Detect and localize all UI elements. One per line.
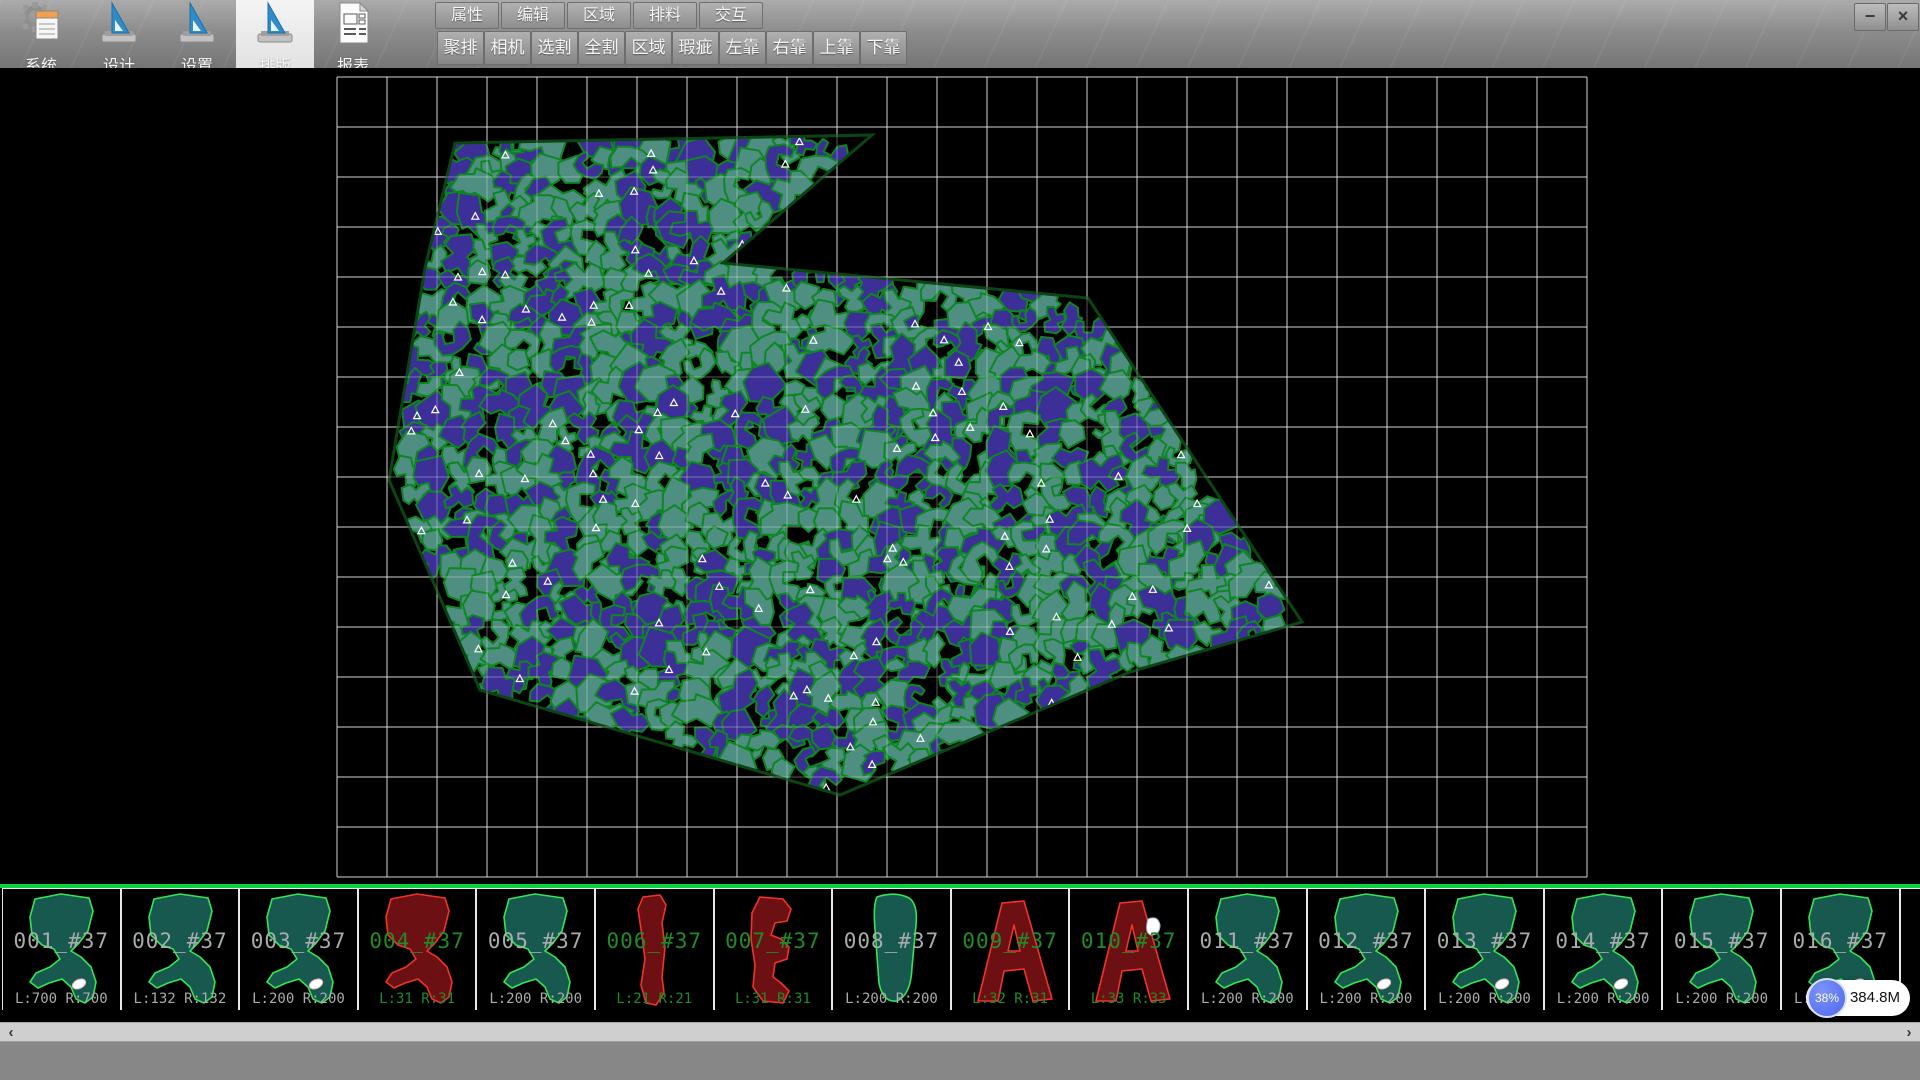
filmstrip-piece-014_#37[interactable]: 014_#37 L:200 R:200 [1544,888,1663,1011]
mode-button-系统[interactable]: 系统 [2,0,80,68]
piece-id-label: 003_#37 [240,929,357,953]
nesting-canvas-svg [0,68,1920,884]
piece-id-label: 010_#37 [1070,929,1187,953]
filmstrip-piece-008_#37[interactable]: 008_#37 L:200 R:200 [832,888,951,1011]
piece-id-label: 004_#37 [359,929,476,953]
piece-lr-count-label: L:200 R:200 [477,991,594,1007]
filmstrip-piece-011_#37[interactable]: 011_#37 L:200 R:200 [1188,888,1307,1011]
piece-lr-count-label: L:21 R:21 [596,991,713,1007]
piece-lr-count-label: L:33 R:33 [1070,991,1187,1007]
filmstrip-piece-010_#37[interactable]: 010_#37 L:33 R:33 [1069,888,1188,1011]
close-button[interactable]: × [1887,3,1919,31]
piece-lr-count-label: L:31 R:31 [715,991,832,1007]
performance-badge: 38% 384.8M [1806,980,1910,1016]
piece-id-label: 009_#37 [952,929,1069,953]
piece-id-label: 014_#37 [1545,929,1662,953]
piece-filmstrip: 001_#37L:700 R:700002_#37L:132 R:132003_… [0,884,1920,1010]
piece-id-label: 012_#37 [1308,929,1425,953]
tool-button-区域[interactable]: 区域 [625,31,672,65]
piece-id-label: 011_#37 [1189,929,1306,953]
filmstrip-piece-013_#37[interactable]: 013_#37 L:200 R:200 [1425,888,1544,1011]
filmstrip-piece-002_#37[interactable]: 002_#37 L:132 R:132 [121,888,240,1011]
filmstrip-piece-009_#37[interactable]: 009_#37 L:32 R:31 [951,888,1070,1011]
tool-button-聚排[interactable]: 聚排 [437,31,484,65]
piece-id-label: 016_#37 [1782,929,1899,953]
menu-button-编辑[interactable]: 编辑 [501,2,565,29]
tool-button-全割[interactable]: 全割 [578,31,625,65]
filmstrip-piece-001_#37[interactable]: 001_#37 L:700 R:700 [2,888,121,1011]
cpu-percent-badge: 38% [1807,978,1847,1018]
filmstrip-piece-004_#37[interactable]: 004_#37 L:31 R:31 [358,888,477,1011]
filmstrip-piece-005_#37[interactable]: 005_#37 L:200 R:200 [476,888,595,1011]
tool-button-右靠[interactable]: 右靠 [766,31,813,65]
horizontal-scrollbar[interactable]: ‹ › [0,1022,1920,1042]
piece-id-label: 008_#37 [833,929,950,953]
filmstrip-piece-003_#37[interactable]: 003_#37 L:200 R:200 [239,888,358,1011]
nesting-canvas[interactable] [0,68,1920,884]
application-window: 系统 设计 设置 排版 报表 属性编辑区域排料交互 聚排相机选割全割区域瑕疵左靠… [0,0,1920,1080]
report-doc-icon [330,0,376,51]
mode-button-设置[interactable]: 设置 [158,0,236,68]
menu-button-交互[interactable]: 交互 [699,2,763,29]
piece-id-label: 013_#37 [1426,929,1543,953]
filmstrip-piece-007_#37[interactable]: 007_#37 L:31 R:31 [714,888,833,1011]
piece-lr-count-label: L:31 R:31 [359,991,476,1007]
piece-lr-count-label: L:32 R:31 [952,991,1069,1007]
mode-button-设计[interactable]: 设计 [80,0,158,68]
system-gear-icon [18,0,64,51]
layout-ruler-icon [252,0,298,51]
menu-button-区域[interactable]: 区域 [567,2,631,29]
piece-id-label: 015_#37 [1663,929,1780,953]
menu-button-排料[interactable]: 排料 [633,2,697,29]
tool-button-左靠[interactable]: 左靠 [719,31,766,65]
minimize-button[interactable]: − [1854,3,1886,31]
tool-button-瑕疵[interactable]: 瑕疵 [672,31,719,65]
scroll-left-arrow-icon[interactable]: ‹ [2,1023,20,1042]
piece-id-label: 007_#37 [715,929,832,953]
tool-button-下靠[interactable]: 下靠 [860,31,907,65]
piece-lr-count-label: L:200 R:200 [1545,991,1662,1007]
bottom-gap [0,1010,1920,1022]
scroll-right-arrow-icon[interactable]: › [1900,1023,1918,1042]
filmstrip-piece-012_#37[interactable]: 012_#37 L:200 R:200 [1307,888,1426,1011]
piece-lr-count-label: L:200 R:200 [1189,991,1306,1007]
mode-button-排版[interactable]: 排版 [236,0,314,68]
memory-usage-label: 384.8M [1850,980,1900,1016]
ribbon-toolbar: 系统 设计 设置 排版 报表 属性编辑区域排料交互 聚排相机选割全割区域瑕疵左靠… [0,0,1920,69]
piece-lr-count-label: L:200 R:200 [1308,991,1425,1007]
filmstrip-piece-015_#37[interactable]: 015_#37 L:200 R:200 [1662,888,1781,1011]
tool-button-选割[interactable]: 选割 [531,31,578,65]
piece-id-label: 006_#37 [596,929,713,953]
design-ruler-icon [96,0,142,51]
status-bar [0,1041,1920,1080]
settings-ruler-icon [174,0,220,51]
piece-lr-count-label: L:200 R:200 [833,991,950,1007]
tool-button-相机[interactable]: 相机 [484,31,531,65]
piece-lr-count-label: L:700 R:700 [3,991,120,1007]
filmstrip-piece-006_#37[interactable]: 006_#37 L:21 R:21 [595,888,714,1011]
piece-id-label: 001_#37 [3,929,120,953]
piece-id-label: 005_#37 [477,929,594,953]
mode-button-报表[interactable]: 报表 [314,0,392,68]
piece-lr-count-label: L:132 R:132 [122,991,239,1007]
tool-button-上靠[interactable]: 上靠 [813,31,860,65]
piece-lr-count-label: L:200 R:200 [1426,991,1543,1007]
piece-id-label: 002_#37 [122,929,239,953]
piece-lr-count-label: L:200 R:200 [1663,991,1780,1007]
piece-lr-count-label: L:200 R:200 [240,991,357,1007]
menu-button-属性[interactable]: 属性 [435,2,499,29]
